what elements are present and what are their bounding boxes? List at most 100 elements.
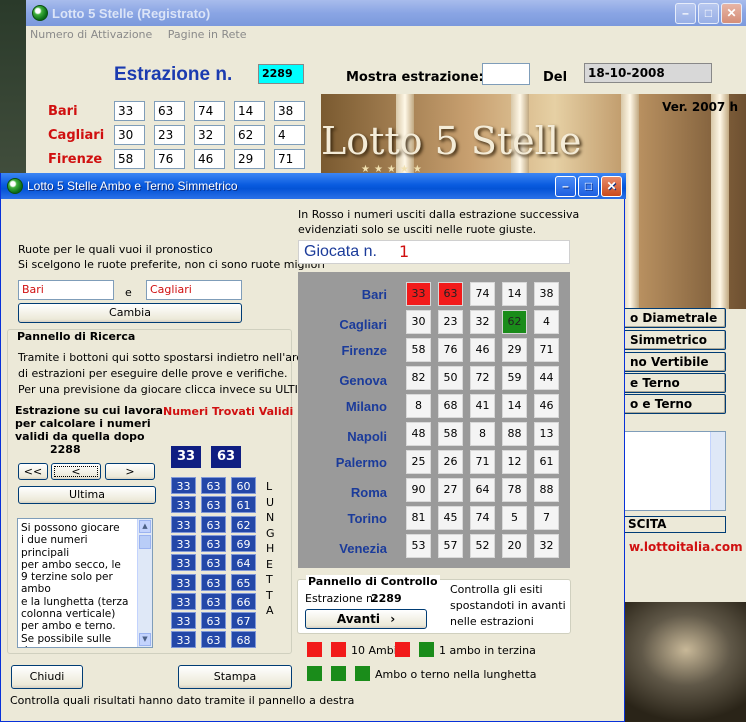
result-cell: 53 (406, 534, 431, 558)
prev-fast-button[interactable]: << (18, 463, 48, 480)
menu-attivazione[interactable]: Numero di Attivazione (30, 28, 152, 41)
result-cell: 14 (502, 394, 527, 418)
diametrale-button[interactable]: o Diametrale (623, 308, 726, 328)
hint-memo[interactable]: Si possono giocare i due numeri principal… (17, 518, 153, 648)
prev-button[interactable]: < (51, 463, 101, 480)
wheel-name: Milano (345, 399, 387, 414)
lunghetta-cell: 67 (231, 612, 256, 630)
estr-lavora-2: per calcolare i numeri (15, 417, 151, 430)
bg-number-field[interactable]: 32 (194, 125, 225, 145)
lunghetta-cell: 63 (201, 592, 226, 610)
ruota1-field[interactable]: Bari (18, 280, 114, 300)
ricerca-text-2: di estrazioni per eseguire delle prove e… (18, 367, 288, 380)
bg-number-field[interactable]: 23 (154, 125, 185, 145)
result-cell: 25 (406, 450, 431, 474)
scroll-down-icon[interactable]: ▼ (139, 633, 151, 646)
maximize-icon[interactable]: □ (698, 3, 719, 24)
scroll-thumb[interactable] (139, 535, 151, 549)
result-cell: 41 (470, 394, 495, 418)
wheel-name: Torino (347, 511, 387, 526)
memo-line: Si possono giocare (21, 522, 120, 534)
date-field: 18-10-2008 (584, 63, 712, 83)
result-cell: 82 (406, 366, 431, 390)
bg-number-field[interactable]: 58 (114, 149, 145, 169)
memo-line: per ambo secco, le (21, 558, 121, 571)
bg-number-field[interactable]: 63 (154, 101, 185, 121)
result-cell: 52 (470, 534, 495, 558)
estr-lavora-1: Estrazione su cui lavora (15, 404, 163, 417)
legend-lunghetta: Ambo o terno nella lunghetta (375, 668, 537, 681)
ambo-terno-button-2[interactable]: o e Terno (623, 394, 726, 414)
avanti-button[interactable]: Avanti › (305, 609, 427, 629)
valid-number-1: 33 (171, 446, 201, 468)
lunghetta-letter: E (266, 557, 273, 571)
wheel-name: Napoli (347, 429, 387, 444)
lunghetta-letter: A (266, 604, 274, 617)
bg-number-field[interactable]: 38 (274, 101, 305, 121)
ruota2-field[interactable]: Cagliari (146, 280, 242, 300)
site-link[interactable]: w.lottoitalia.com (629, 540, 743, 554)
uscita-button[interactable]: SCITA (623, 516, 726, 533)
next-button[interactable]: > (105, 463, 155, 480)
hint-scrollbar[interactable]: ▲ ▼ (137, 519, 152, 647)
bg-number-field[interactable]: 71 (274, 149, 305, 169)
close-icon[interactable]: ✕ (601, 176, 622, 197)
mostra-input[interactable] (482, 63, 530, 85)
legend-green-2 (307, 666, 322, 681)
result-cell: 45 (438, 506, 463, 530)
scrollbar[interactable] (710, 432, 725, 510)
chiudi-button[interactable]: Chiudi (11, 665, 83, 689)
estr-n-value: 2289 (371, 592, 402, 605)
result-cell: 57 (438, 534, 463, 558)
controllo-text-2: spostandoti in avanti (450, 599, 566, 612)
lunghetta-cell: 61 (231, 496, 256, 514)
info-text-1: In Rosso i numeri usciti dalla estrazion… (298, 208, 580, 221)
bg-number-field[interactable]: 74 (194, 101, 225, 121)
lunghetta-cell: 69 (231, 534, 256, 552)
minimize-icon[interactable]: – (555, 176, 576, 197)
ambo-terno-button[interactable]: e Terno (623, 373, 726, 393)
scroll-up-icon[interactable]: ▲ (139, 520, 151, 533)
bg-number-field[interactable]: 46 (194, 149, 225, 169)
lunghetta-cell: 60 (231, 477, 256, 494)
bg-number-field[interactable]: 30 (114, 125, 145, 145)
lunghetta-cell: 66 (231, 592, 256, 610)
main-memo[interactable] (623, 431, 726, 511)
lunghetta-letter: T (266, 588, 273, 602)
bg-number-field[interactable]: 14 (234, 101, 265, 121)
bg-number-field[interactable]: 29 (234, 149, 265, 169)
stampa-button[interactable]: Stampa (178, 665, 292, 689)
result-cell: 44 (534, 366, 559, 390)
e-label: e (125, 286, 132, 299)
estrazione-input[interactable]: 2289 (258, 64, 304, 84)
vertibile-button[interactable]: no Vertibile (623, 352, 726, 372)
menu-pagine[interactable]: Pagine in Rete (168, 28, 247, 41)
legend-green-3 (331, 666, 346, 681)
result-cell: 71 (534, 338, 559, 362)
ultima-button[interactable]: Ultima (18, 486, 156, 504)
result-cell: 8 (406, 394, 431, 418)
lunghetta-cell: 33 (171, 573, 196, 591)
bg-number-field[interactable]: 76 (154, 149, 185, 169)
ruote-label: Ruote per le quali vuoi il pronostico (18, 243, 213, 256)
lunghetta-cell: 33 (171, 631, 196, 649)
result-cell: 58 (406, 338, 431, 362)
bg-number-field[interactable]: 33 (114, 101, 145, 121)
close-icon[interactable]: ✕ (721, 3, 742, 24)
bg-wheel-name: Cagliari (48, 128, 105, 143)
minimize-icon[interactable]: – (675, 3, 696, 24)
lunghetta-cell: 33 (171, 515, 196, 533)
legend-green-1 (419, 642, 434, 657)
lunghetta-letter: T (266, 573, 273, 586)
cambia-button[interactable]: Cambia (18, 303, 242, 323)
lunghetta-cell: 65 (231, 573, 256, 591)
bg-number-field[interactable]: 4 (274, 125, 305, 145)
result-cell: 27 (438, 478, 463, 502)
simmetrico-button[interactable]: Simmetrico (623, 330, 726, 350)
result-cell: 26 (438, 450, 463, 474)
lunghetta-cell: 62 (231, 515, 256, 533)
maximize-icon[interactable]: □ (578, 176, 599, 197)
bg-number-field[interactable]: 62 (234, 125, 265, 145)
result-cell: 61 (534, 450, 559, 474)
lunghetta-cell: 64 (231, 554, 256, 572)
